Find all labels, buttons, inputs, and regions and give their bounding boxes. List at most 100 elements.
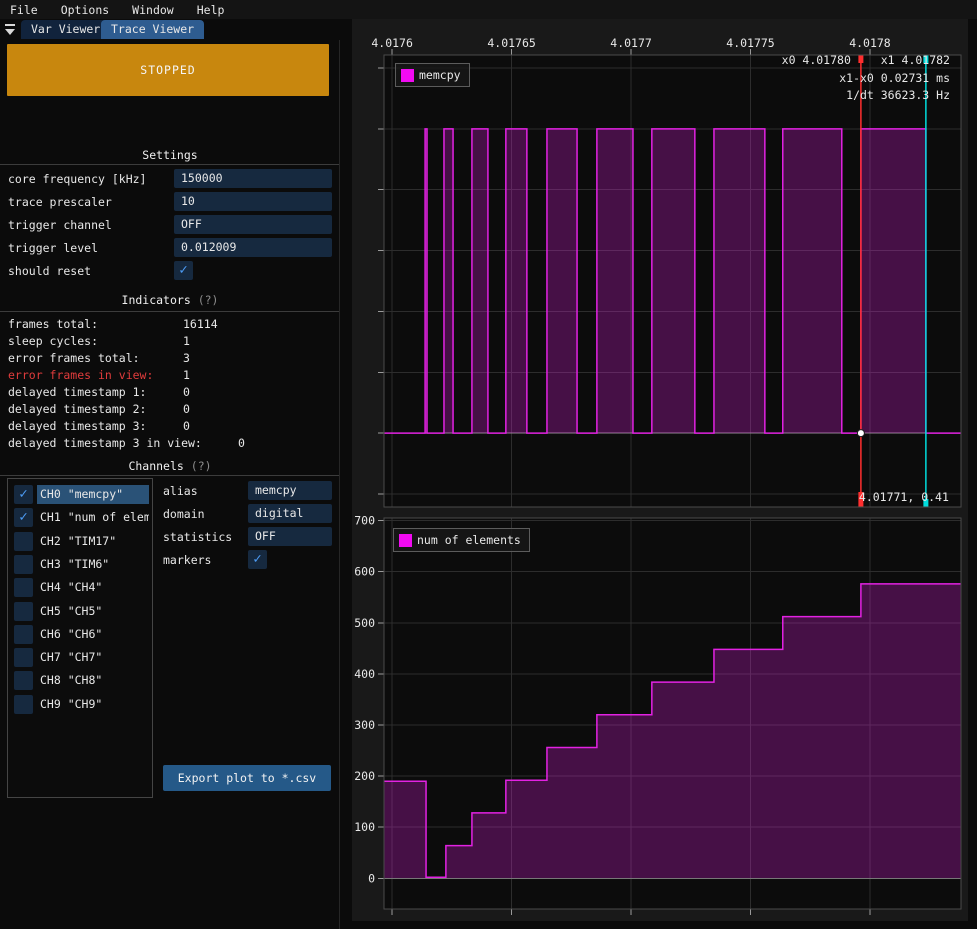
indicator-label: delayed timestamp 3:	[8, 419, 146, 433]
channel-row[interactable]: CH6 "CH6"	[8, 625, 152, 645]
channel-checkbox[interactable]	[14, 532, 33, 551]
channel-row[interactable]: CH3 "TIM6"	[8, 555, 152, 575]
menu-options[interactable]: Options	[61, 3, 109, 17]
channel-checkbox[interactable]	[14, 625, 33, 644]
channel-label[interactable]: CH0 "memcpy"	[37, 485, 149, 504]
indicator-label: delayed timestamp 1:	[8, 385, 146, 399]
core-frequency-input[interactable]: 150000	[174, 169, 332, 188]
channel-label[interactable]: CH2 "TIM17"	[37, 532, 149, 551]
num-of-elements-legend[interactable]: num of elements	[393, 528, 530, 552]
channel-row[interactable]: CH1 "num of elem	[8, 508, 152, 528]
hover-point	[857, 430, 864, 437]
channel-row[interactable]: CH5 "CH5"	[8, 602, 152, 622]
separator	[0, 311, 339, 312]
channel-checkbox[interactable]	[14, 695, 33, 714]
statistics-label: statistics	[163, 530, 232, 544]
channel-label[interactable]: CH5 "CH5"	[37, 602, 149, 621]
tab-var-viewer[interactable]: Var Viewer	[21, 20, 110, 39]
channel-row[interactable]: CH4 "CH4"	[8, 578, 152, 598]
marker-x0-handle-top[interactable]	[858, 55, 863, 63]
menu-window[interactable]: Window	[132, 3, 174, 17]
y-tick-label: 100	[354, 820, 375, 834]
channel-checkbox[interactable]	[14, 648, 33, 667]
indicator-label: delayed timestamp 2:	[8, 402, 146, 416]
trace-viewer-panel: STOPPED Settings core frequency [kHz] 15…	[0, 40, 340, 929]
channel-row[interactable]: CH0 "memcpy"	[8, 485, 152, 505]
acquisition-state-button[interactable]: STOPPED	[7, 44, 329, 96]
trace-plots-canvas[interactable]: 4.01764.017654.01774.017754.017801002003…	[352, 19, 968, 921]
memcpy-swatch-icon	[401, 69, 414, 82]
indicator-value: 0	[183, 402, 190, 416]
channel-listbox[interactable]: CH0 "memcpy" CH1 "num of elem CH2 "TIM17" C…	[7, 478, 153, 798]
domain-select[interactable]: digital	[248, 504, 332, 523]
indicators-title-text: Indicators	[122, 293, 191, 307]
channel-row[interactable]: CH7 "CH7"	[8, 648, 152, 668]
channel-checkbox[interactable]	[14, 602, 33, 621]
collapse-bar-icon	[5, 24, 15, 26]
alias-input[interactable]: memcpy	[248, 481, 332, 500]
indicator-label: frames total:	[8, 317, 98, 331]
settings-section-title: Settings	[0, 148, 340, 162]
tab-bar: Var Viewer Trace Viewer	[0, 19, 340, 40]
chevron-down-icon	[5, 29, 15, 35]
x-tick-label: 4.0177	[610, 36, 652, 50]
menu-file[interactable]: File	[10, 3, 38, 17]
core-frequency-label: core frequency [kHz]	[8, 172, 146, 186]
channel-checkbox[interactable]	[14, 555, 33, 574]
x-tick-label: 4.01775	[726, 36, 774, 50]
channels-section-title: Channels (?)	[0, 459, 340, 473]
y-tick-label: 0	[368, 871, 375, 885]
domain-label: domain	[163, 507, 205, 521]
indicators-help-icon[interactable]: (?)	[198, 293, 219, 307]
indicator-value: 0	[183, 419, 190, 433]
channels-title-text: Channels	[128, 459, 183, 473]
channel-label[interactable]: CH9 "CH9"	[37, 695, 149, 714]
export-csv-button[interactable]: Export plot to *.csv	[163, 765, 331, 791]
channel-label[interactable]: CH1 "num of elem	[37, 508, 149, 527]
channel-checkbox[interactable]	[14, 671, 33, 690]
x-tick-label: 4.0178	[849, 36, 891, 50]
menu-help[interactable]: Help	[197, 3, 225, 17]
plots-figure: 4.01764.017654.01774.017754.017801002003…	[352, 19, 968, 921]
tab-trace-viewer[interactable]: Trace Viewer	[101, 20, 204, 39]
separator	[0, 164, 339, 165]
trigger-level-label: trigger level	[8, 241, 98, 255]
channel-label[interactable]: CH4 "CH4"	[37, 578, 149, 597]
trigger-channel-select[interactable]: OFF	[174, 215, 332, 234]
memcpy-legend-label: memcpy	[419, 68, 461, 82]
channel-checkbox[interactable]	[14, 485, 33, 504]
markers-checkbox[interactable]	[248, 550, 267, 569]
cursor-coordinates-tooltip: 4.01771, 0.41	[859, 490, 949, 504]
separator	[0, 475, 339, 476]
should-reset-checkbox[interactable]	[174, 261, 193, 280]
x-tick-label: 4.01765	[487, 36, 535, 50]
channel-row[interactable]: CH2 "TIM17"	[8, 532, 152, 552]
trace-prescaler-input[interactable]: 10	[174, 192, 332, 211]
channel-label[interactable]: CH7 "CH7"	[37, 648, 149, 667]
window-collapse-icon[interactable]	[3, 22, 18, 37]
memcpy-legend[interactable]: memcpy	[395, 63, 470, 87]
menu-bar: File Options Window Help	[0, 0, 977, 19]
indicator-label: error frames in view:	[8, 368, 153, 382]
channel-label[interactable]: CH6 "CH6"	[37, 625, 149, 644]
channel-row[interactable]: CH9 "CH9"	[8, 695, 152, 715]
channel-label[interactable]: CH3 "TIM6"	[37, 555, 149, 574]
channel-label[interactable]: CH8 "CH8"	[37, 671, 149, 690]
statistics-select[interactable]: OFF	[248, 527, 332, 546]
y-tick-label: 500	[354, 616, 375, 630]
indicator-value: 1	[183, 334, 190, 348]
y-tick-label: 700	[354, 514, 375, 528]
indicator-label: delayed timestamp 3 in view:	[8, 436, 202, 450]
should-reset-label: should reset	[8, 264, 91, 278]
channel-checkbox[interactable]	[14, 578, 33, 597]
indicators-section-title: Indicators (?)	[0, 293, 340, 307]
channel-row[interactable]: CH8 "CH8"	[8, 671, 152, 691]
num-of-elements-swatch-icon	[399, 534, 412, 547]
trigger-level-input[interactable]: 0.012009	[174, 238, 332, 257]
channels-help-icon[interactable]: (?)	[191, 459, 212, 473]
indicator-value: 0	[238, 436, 245, 450]
channel-checkbox[interactable]	[14, 508, 33, 527]
indicator-label: error frames total:	[8, 351, 140, 365]
marker-delta-value: x1-x0 0.02731 ms	[839, 71, 950, 85]
y-tick-label: 400	[354, 667, 375, 681]
